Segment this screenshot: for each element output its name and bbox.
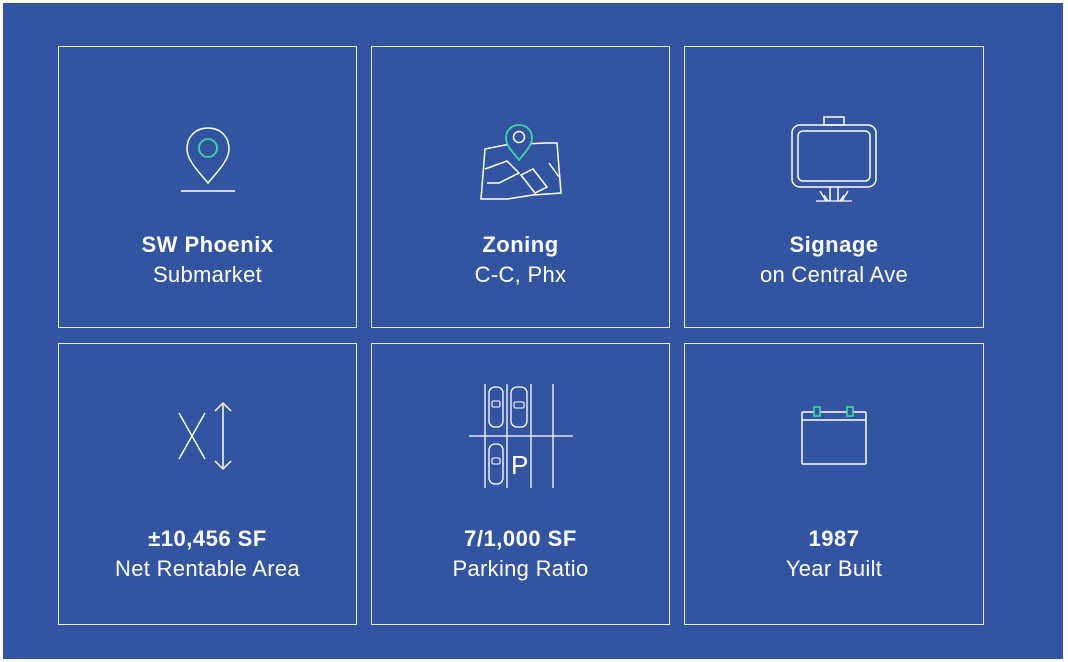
card-title: 1987 — [808, 526, 860, 551]
calendar-icon — [800, 404, 868, 466]
card-year-built: 1987 Year Built — [684, 343, 984, 625]
card-subtitle: C-C, Phx — [474, 262, 567, 287]
card-subtitle: Submarket — [152, 262, 263, 287]
property-highlights-panel: SW Phoenix Submarket Zoning C-C, Phx Sig… — [3, 3, 1063, 659]
area-dimension-icon — [175, 399, 241, 471]
card-area: ±10,456 SF Net Rentable Area — [58, 343, 357, 625]
card-subtitle: Year Built — [785, 556, 883, 581]
card-title: Signage — [789, 232, 879, 257]
card-signage: Signage on Central Ave — [684, 46, 984, 328]
card-zoning: Zoning C-C, Phx — [371, 46, 670, 328]
map-pin-icon — [473, 121, 569, 201]
card-submarket: SW Phoenix Submarket — [58, 46, 357, 328]
card-subtitle: Parking Ratio — [452, 556, 589, 581]
parking-icon: P — [468, 382, 573, 490]
location-pin-icon — [178, 125, 238, 193]
signboard-icon — [790, 115, 878, 205]
card-title: ±10,456 SF — [148, 526, 267, 551]
card-subtitle: Net Rentable Area — [115, 556, 300, 581]
card-parking: P 7/1,000 SF Parking Ratio — [371, 343, 670, 625]
card-title: Zoning — [482, 232, 559, 257]
card-title: SW Phoenix — [141, 232, 274, 257]
card-title: 7/1,000 SF — [464, 526, 577, 551]
parking-p-label: P — [511, 450, 528, 480]
card-subtitle: on Central Ave — [759, 262, 909, 287]
